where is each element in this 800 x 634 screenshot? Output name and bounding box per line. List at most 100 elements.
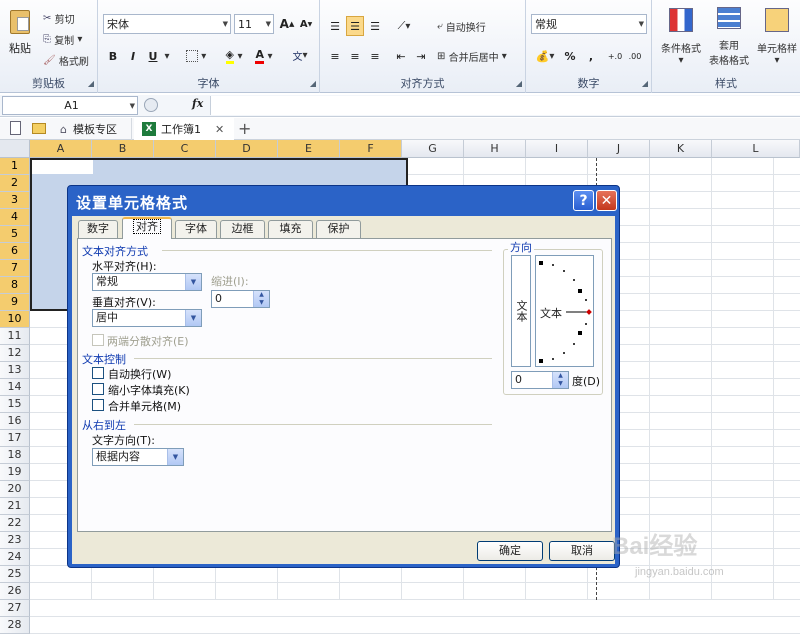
orientation-icon[interactable]: ⟋ ▾: [392, 16, 416, 36]
bold-button[interactable]: B: [104, 46, 122, 66]
select-all-corner[interactable]: [0, 140, 30, 158]
shrink-to-fit-checkbox[interactable]: [92, 383, 104, 395]
row-header[interactable]: 16: [0, 413, 30, 430]
new-file-icon[interactable]: [10, 121, 21, 135]
spinner-icon[interactable]: ▲ ▼: [552, 372, 568, 388]
chevron-down-icon[interactable]: ▾: [162, 46, 172, 66]
row-header[interactable]: 23: [0, 532, 30, 549]
row-header[interactable]: 24: [0, 549, 30, 566]
column-header[interactable]: G: [402, 140, 464, 158]
tab-border[interactable]: 边框: [220, 220, 265, 238]
horizontal-select[interactable]: 常规 ▼: [92, 273, 202, 291]
row-header[interactable]: 4: [0, 209, 30, 226]
row-header[interactable]: 18: [0, 447, 30, 464]
row-header[interactable]: 14: [0, 379, 30, 396]
underline-button[interactable]: U: [144, 46, 162, 66]
tab-alignment[interactable]: 对齐: [122, 217, 172, 239]
row-header[interactable]: 20: [0, 481, 30, 498]
wrap-text-checkbox[interactable]: [92, 367, 104, 379]
row-header[interactable]: 25: [0, 566, 30, 583]
increase-indent-icon[interactable]: ⇥: [412, 46, 430, 66]
wrap-text-button[interactable]: ⤶ 自动换行: [436, 16, 487, 36]
merge-cells-checkbox[interactable]: [92, 399, 104, 411]
tab-protection[interactable]: 保护: [316, 220, 361, 238]
row-header[interactable]: 22: [0, 515, 30, 532]
column-header[interactable]: I: [526, 140, 588, 158]
row-header[interactable]: 19: [0, 464, 30, 481]
cancel-button[interactable]: 取消: [549, 541, 615, 561]
column-header[interactable]: D: [216, 140, 278, 158]
launcher-icon[interactable]: ◢: [642, 79, 648, 88]
row-header[interactable]: 21: [0, 498, 30, 515]
font-size-combo[interactable]: 11 ▼: [234, 14, 274, 34]
fx-icon[interactable]: fx: [192, 97, 203, 110]
align-bottom-icon[interactable]: ☰: [366, 16, 384, 36]
column-header[interactable]: J: [588, 140, 650, 158]
row-header[interactable]: 7: [0, 260, 30, 277]
format-as-table-button[interactable]: 套用 表格格式: [706, 6, 752, 68]
column-header[interactable]: H: [464, 140, 526, 158]
paste-button[interactable]: 粘贴: [4, 4, 36, 62]
increase-decimal-icon[interactable]: +.0: [606, 46, 624, 66]
row-header[interactable]: 13: [0, 362, 30, 379]
comma-button[interactable]: ,: [584, 46, 598, 66]
number-format-combo[interactable]: 常规 ▼: [531, 14, 647, 34]
vertical-text-button[interactable]: 文本: [511, 255, 531, 367]
close-icon[interactable]: ✕: [215, 123, 224, 136]
row-header[interactable]: 11: [0, 328, 30, 345]
column-header[interactable]: A: [30, 140, 92, 158]
formula-input[interactable]: [210, 96, 800, 115]
column-header[interactable]: B: [92, 140, 154, 158]
text-direction-select[interactable]: 根据内容 ▼: [92, 448, 184, 466]
italic-button[interactable]: I: [124, 46, 142, 66]
degree-stepper[interactable]: 0 ▲ ▼: [511, 371, 569, 389]
launcher-icon[interactable]: ◢: [516, 79, 522, 88]
shrink-font-button[interactable]: A ▼: [297, 14, 315, 34]
copy-button[interactable]: ⎘ 复制 ▾: [42, 31, 83, 47]
cut-button[interactable]: ✂ 剪切: [42, 10, 76, 26]
row-header[interactable]: 28: [0, 617, 30, 634]
tab-workbook1[interactable]: X 工作簿1 ✕: [134, 118, 234, 140]
cell-styles-button[interactable]: 单元格样 ▾: [754, 6, 800, 68]
row-header[interactable]: 9: [0, 294, 30, 311]
row-header[interactable]: 6: [0, 243, 30, 260]
tab-templates[interactable]: ⌂ 模板专区: [54, 118, 132, 140]
decrease-decimal-icon[interactable]: .00: [626, 46, 644, 66]
launcher-icon[interactable]: ◢: [88, 79, 94, 88]
tab-fill[interactable]: 填充: [268, 220, 313, 238]
fill-color-button[interactable]: ◈ ▾: [220, 46, 248, 66]
folder-icon[interactable]: [32, 123, 46, 134]
phonetic-button[interactable]: 文 ▾: [286, 44, 314, 66]
help-button[interactable]: ?: [573, 190, 594, 211]
align-middle-icon[interactable]: ☰: [346, 16, 364, 36]
tab-font[interactable]: 字体: [175, 220, 217, 238]
row-header[interactable]: 3: [0, 192, 30, 209]
align-top-icon[interactable]: ☰: [326, 16, 344, 36]
align-center-icon[interactable]: ≡: [346, 46, 364, 66]
font-name-combo[interactable]: 宋体 ▼: [103, 14, 231, 34]
grow-font-button[interactable]: A ▲: [278, 14, 296, 34]
row-header[interactable]: 8: [0, 277, 30, 294]
column-header[interactable]: L: [712, 140, 800, 158]
percent-button[interactable]: %: [562, 46, 578, 66]
align-right-icon[interactable]: ≡: [366, 46, 384, 66]
row-header[interactable]: 17: [0, 430, 30, 447]
column-header[interactable]: E: [278, 140, 340, 158]
row-header[interactable]: 2: [0, 175, 30, 192]
justify-distributed-checkbox[interactable]: [92, 334, 104, 346]
row-header[interactable]: 10: [0, 311, 30, 328]
column-header[interactable]: F: [340, 140, 402, 158]
currency-button[interactable]: 💰 ▾: [532, 46, 558, 66]
add-tab-icon[interactable]: +: [238, 119, 251, 138]
orientation-dial[interactable]: 文本: [535, 255, 594, 367]
conditional-format-button[interactable]: 条件格式 ▾: [656, 6, 706, 68]
row-header[interactable]: 1: [0, 158, 30, 175]
font-color-button[interactable]: A ▾: [250, 46, 278, 66]
column-header[interactable]: K: [650, 140, 712, 158]
column-header[interactable]: C: [154, 140, 216, 158]
merge-center-button[interactable]: ⊞ 合并后居中 ▾: [436, 46, 508, 66]
row-header[interactable]: 5: [0, 226, 30, 243]
row-header[interactable]: 15: [0, 396, 30, 413]
spinner-icon[interactable]: ▲ ▼: [253, 291, 269, 307]
align-left-icon[interactable]: ≡: [326, 46, 344, 66]
